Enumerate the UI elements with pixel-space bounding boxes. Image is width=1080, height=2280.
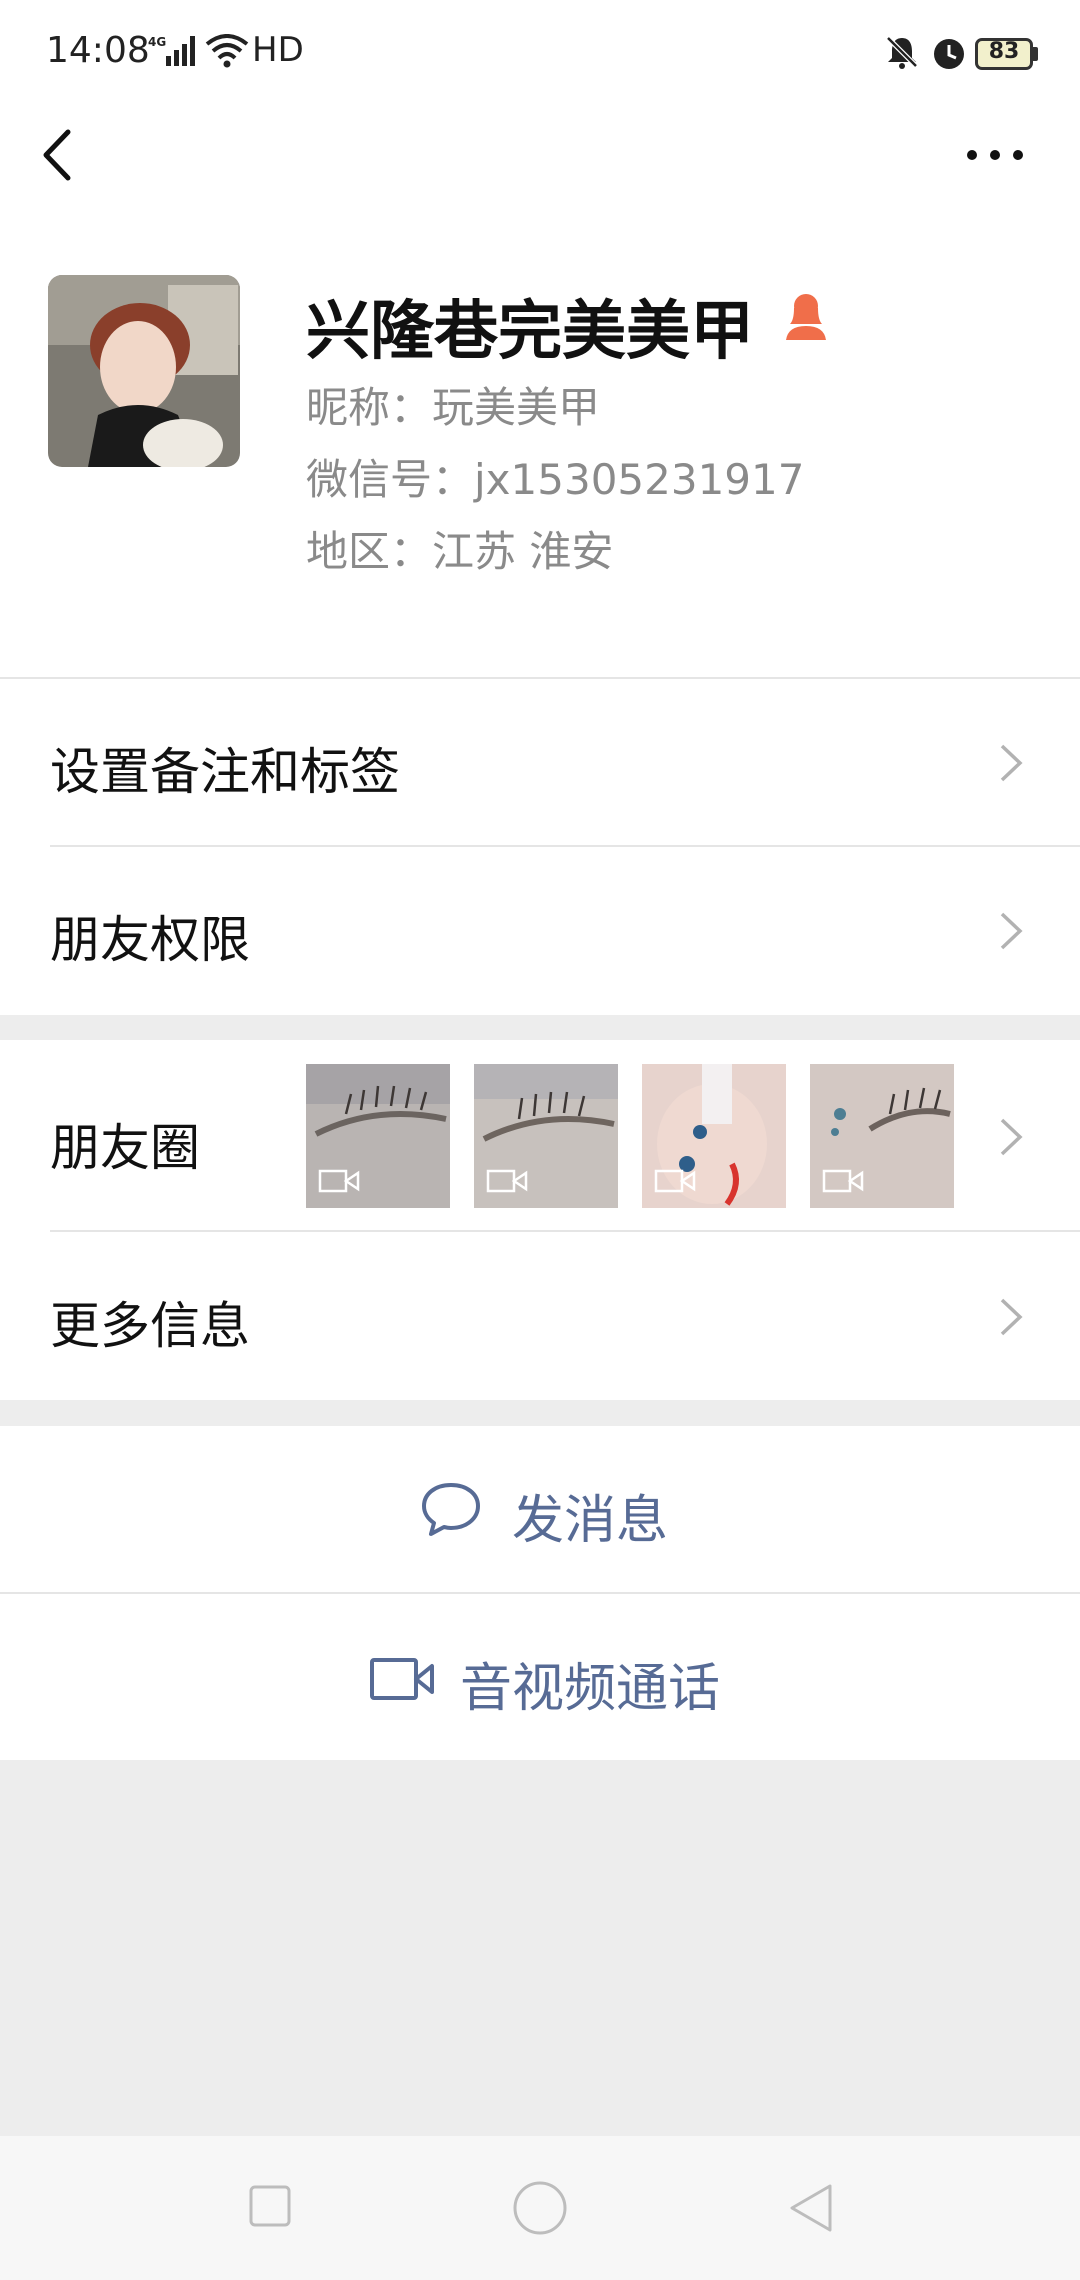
chevron-right-icon <box>996 1114 1026 1164</box>
chat-bubble-icon <box>420 1480 482 1542</box>
mute-icon <box>884 34 920 74</box>
moments-thumbnail[interactable] <box>642 1064 786 1208</box>
avatar-image <box>48 275 240 467</box>
status-time: 14:08 <box>46 30 150 71</box>
moments-thumbnail[interactable] <box>810 1064 954 1208</box>
square-icon <box>249 2185 291 2227</box>
moment-photo <box>306 1064 450 1208</box>
more-button[interactable] <box>960 130 1030 180</box>
chevron-right-icon <box>996 1294 1026 1344</box>
friend-permissions-label: 朋友权限 <box>50 911 250 969</box>
region: 地区：江苏 淮安 <box>306 527 614 576</box>
chevron-right-icon <box>996 740 1026 790</box>
video-camera-icon <box>370 1656 436 1706</box>
contact-name: 兴隆巷完美美甲 <box>306 295 754 369</box>
send-message-label: 发消息 <box>512 1491 669 1551</box>
svg-text:4G: 4G <box>148 35 166 49</box>
moments-thumbnail[interactable] <box>474 1064 618 1208</box>
more-dots-icon <box>967 150 1023 160</box>
wifi-icon <box>205 34 249 72</box>
moments-label: 朋友圈 <box>50 1119 200 1177</box>
back-button[interactable] <box>30 120 90 190</box>
video-call-label: 音视频通话 <box>460 1659 721 1719</box>
moment-photo <box>474 1064 618 1208</box>
moment-photo <box>810 1064 954 1208</box>
remark-tags-label: 设置备注和标签 <box>50 743 400 801</box>
more-info-label: 更多信息 <box>50 1297 250 1355</box>
back-arrow-icon <box>43 129 71 181</box>
hd-indicator: HD <box>252 30 304 70</box>
moments-thumbnail[interactable] <box>306 1064 450 1208</box>
signal-icon: 4G <box>148 34 198 74</box>
avatar[interactable] <box>48 275 240 467</box>
alarm-icon <box>930 34 968 76</box>
home-button[interactable] <box>512 2180 568 2240</box>
system-back-button[interactable] <box>786 2182 834 2238</box>
female-icon <box>782 290 830 346</box>
circle-icon <box>513 2181 567 2235</box>
recent-apps-button[interactable] <box>248 2184 292 2232</box>
battery-tip <box>1033 47 1038 61</box>
triangle-back-icon <box>790 2184 832 2232</box>
battery-level: 83 <box>988 39 1020 64</box>
nickname: 昵称：玩美美甲 <box>306 383 601 432</box>
chevron-right-icon <box>996 908 1026 958</box>
wechat-id: 微信号：jx15305231917 <box>306 455 805 504</box>
moment-photo <box>642 1064 786 1208</box>
